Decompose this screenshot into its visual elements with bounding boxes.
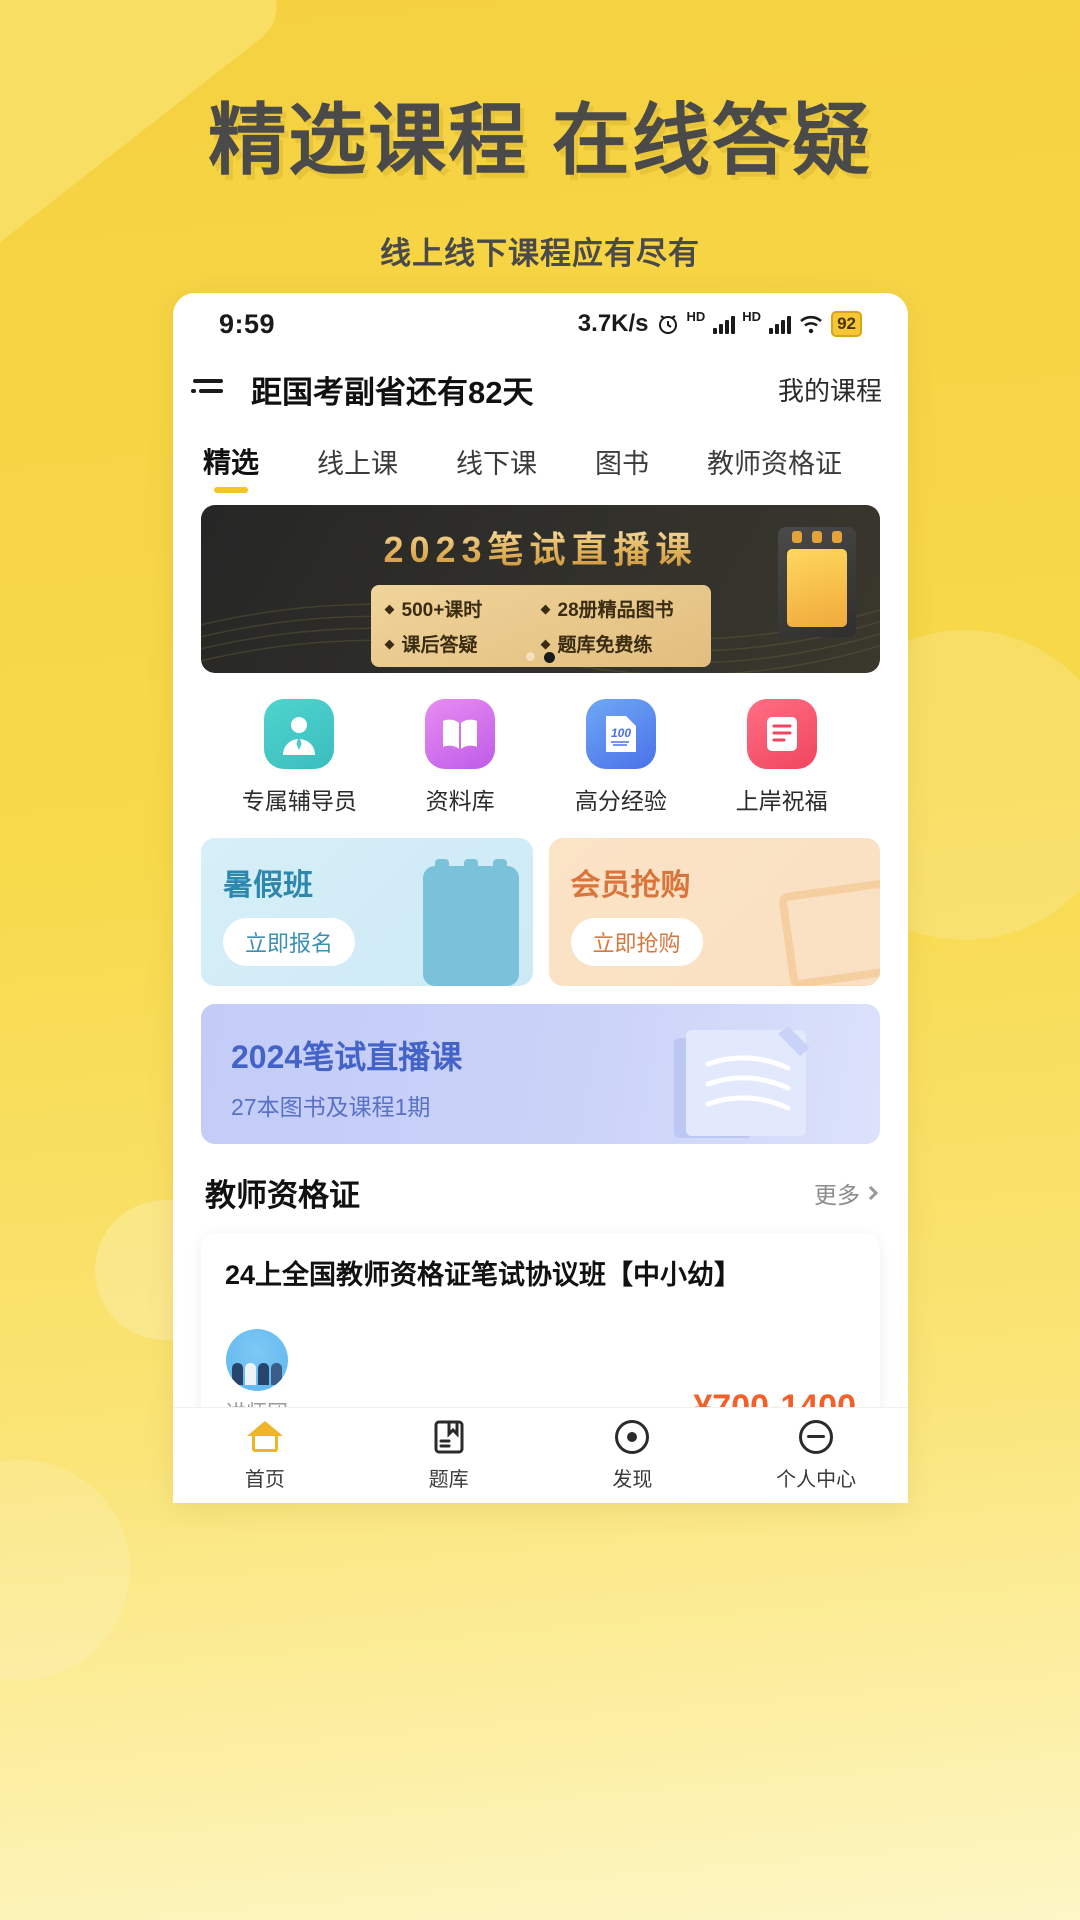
status-time: 9:59 <box>219 308 276 339</box>
chevron-right-icon <box>863 1185 879 1200</box>
bottom-tab-bar: 首页 题库 发现 个人中心 <box>173 1407 908 1503</box>
hero-feature-1: 500+课时 <box>385 595 541 622</box>
promo-card-button[interactable]: 立即抢购 <box>570 918 703 966</box>
hd-label-1: HD <box>686 309 706 324</box>
wide-banner-2024[interactable]: 2024笔试直播课 27本图书及课程1期 <box>201 1004 880 1144</box>
open-book-illustration <box>668 1022 838 1142</box>
signal-bars-2 <box>769 314 792 334</box>
open-book-icon <box>425 699 496 769</box>
section-more-label: 更多 <box>814 1181 860 1208</box>
tab-teacher-certificate[interactable]: 教师资格证 <box>707 442 842 493</box>
quick-entry-library[interactable]: 资料库 <box>380 699 541 816</box>
section-title: 教师资格证 <box>205 1178 360 1213</box>
main-content: 2023笔试直播课 500+课时 28册精品图书 课后答疑 题库免费练 专属辅导… <box>173 505 908 1503</box>
promo-title: 精选课程 在线答疑 <box>208 96 872 184</box>
wifi-icon <box>798 313 824 335</box>
category-tabs: 精选 线上课 线下课 图书 教师资格证 <box>173 423 908 497</box>
tabbar-label: 首页 <box>244 1469 285 1491</box>
teacher-group-avatar <box>225 1329 288 1392</box>
tab-jingxuan[interactable]: 精选 <box>203 441 259 493</box>
promo-header: 精选课程 在线答疑 线上线下课程应有尽有 <box>0 0 1080 273</box>
countdown-title: 距国考副省还有82天 <box>251 374 534 410</box>
promo-card-pair: 暑假班 立即报名 会员抢购 立即抢购 <box>201 838 880 986</box>
tabbar-label: 个人中心 <box>776 1469 857 1491</box>
quick-entry-experience[interactable]: 100 高分经验 <box>541 699 702 816</box>
phone-mockup: 9:59 3.7K/s HD HD 92 距国考副省还有82天 我的课程 精选 … <box>173 293 908 1503</box>
background-circle-bottom <box>0 1460 130 1680</box>
carousel-dot-1[interactable] <box>526 652 535 661</box>
promo-card-member[interactable]: 会员抢购 立即抢购 <box>548 838 880 986</box>
tabbar-label: 题库 <box>428 1469 469 1491</box>
promo-subtitle: 线上线下课程应有尽有 <box>380 236 700 271</box>
tabbar-item-discover[interactable]: 发现 <box>541 1419 725 1492</box>
tab-online-course[interactable]: 线上课 <box>317 442 398 493</box>
tabbar-item-question-bank[interactable]: 题库 <box>357 1419 541 1492</box>
battery-indicator: 92 <box>831 311 862 337</box>
carousel-dots[interactable] <box>201 652 880 663</box>
quick-entries: 专属辅导员 资料库 100 高分经验 上岸祝福 <box>201 673 880 838</box>
tabbar-item-home[interactable]: 首页 <box>173 1419 357 1492</box>
document-lines-icon <box>746 699 817 769</box>
quick-entry-label: 资料库 <box>425 788 495 814</box>
teacher-avatar-icon <box>264 699 335 769</box>
svg-text:100: 100 <box>611 726 631 740</box>
status-indicators: 3.7K/s HD HD 92 <box>578 310 862 338</box>
score-paper-icon: 100 <box>585 699 656 769</box>
notepad-illustration <box>778 527 856 637</box>
profile-icon <box>798 1419 834 1455</box>
hd-label-2: HD <box>742 309 762 324</box>
notebook-icon <box>422 859 519 986</box>
hamburger-menu-icon[interactable] <box>191 375 231 403</box>
quick-entry-label: 专属辅导员 <box>241 788 357 814</box>
hero-banner[interactable]: 2023笔试直播课 500+课时 28册精品图书 课后答疑 题库免费练 <box>201 505 880 673</box>
promo-card-button[interactable]: 立即报名 <box>223 918 356 966</box>
quick-entry-label: 上岸祝福 <box>735 788 828 814</box>
app-bar: 距国考副省还有82天 我的课程 <box>173 355 908 423</box>
status-bar: 9:59 3.7K/s HD HD 92 <box>173 293 908 355</box>
network-speed: 3.7K/s <box>577 310 649 337</box>
home-icon <box>246 1419 283 1455</box>
my-courses-link[interactable]: 我的课程 <box>778 371 882 408</box>
tab-offline-course[interactable]: 线下课 <box>456 442 537 493</box>
question-bank-icon <box>431 1419 467 1455</box>
section-header: 教师资格证 更多 <box>201 1144 880 1233</box>
quick-entry-label: 高分经验 <box>574 788 667 814</box>
promo-card-summer[interactable]: 暑假班 立即报名 <box>201 838 533 986</box>
quick-entry-tutor[interactable]: 专属辅导员 <box>219 699 380 816</box>
discover-icon <box>614 1419 650 1455</box>
tabbar-item-profile[interactable]: 个人中心 <box>724 1419 908 1492</box>
quick-entry-blessing[interactable]: 上岸祝福 <box>701 699 862 816</box>
course-title: 24上全国教师资格证笔试协议班【中小幼】 <box>225 1260 742 1290</box>
alarm-clock-icon <box>656 312 680 336</box>
envelope-icon <box>777 878 880 986</box>
carousel-dot-2[interactable] <box>544 652 555 663</box>
signal-bars-1 <box>713 314 736 334</box>
tab-books[interactable]: 图书 <box>595 442 649 493</box>
tabbar-label: 发现 <box>612 1469 653 1491</box>
hero-title: 2023笔试直播课 <box>383 521 697 573</box>
section-more-link[interactable]: 更多 <box>814 1176 879 1210</box>
hero-feature-2: 28册精品图书 <box>541 595 697 622</box>
